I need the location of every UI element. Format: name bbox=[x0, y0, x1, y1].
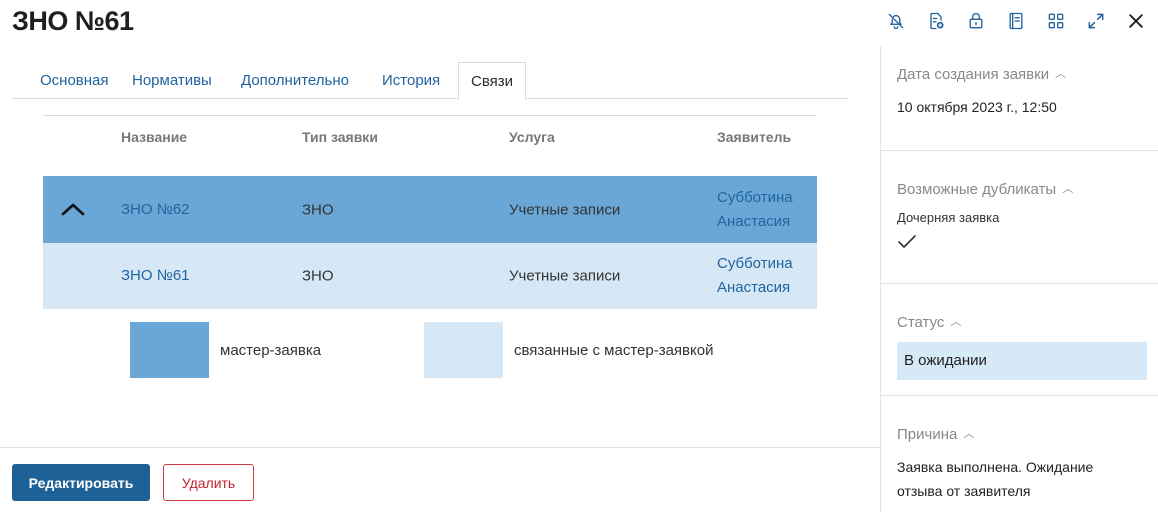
details-sidebar: Дата создания заявки ︿ 10 октября 2023 г.… bbox=[880, 46, 1158, 512]
lock-icon[interactable] bbox=[964, 9, 988, 33]
reason-value: Заявка выполнена. Ожидание отзыва от зая… bbox=[897, 459, 1094, 499]
status-value-field[interactable]: В ожидании bbox=[897, 342, 1147, 380]
column-header-type[interactable]: Тип заявки bbox=[302, 129, 378, 145]
row-type: ЗНО bbox=[302, 267, 334, 285]
chevron-up-icon[interactable] bbox=[60, 199, 86, 219]
section-title: Возможные дубликаты bbox=[897, 181, 1057, 198]
row-service: Учетные записи bbox=[509, 201, 621, 218]
section-header-created[interactable]: Дата создания заявки ︿ bbox=[897, 65, 1066, 83]
section-duplicates: Возможные дубликаты ︿ Дочерняя заявка bbox=[881, 150, 1158, 283]
grid-icon[interactable] bbox=[1044, 9, 1068, 33]
tab-history[interactable]: История bbox=[382, 62, 440, 99]
chevron-up-icon: ︿ bbox=[963, 428, 975, 440]
top-toolbar bbox=[868, 9, 1148, 33]
section-title: Дата создания заявки bbox=[897, 66, 1050, 83]
section-created: Дата создания заявки ︿ 10 октября 2023 г.… bbox=[881, 46, 1158, 150]
table-row-master[interactable]: ЗНО №62 ЗНО Учетные записи Субботина Ана… bbox=[43, 176, 817, 243]
section-header-reason[interactable]: Причина ︿ bbox=[897, 425, 974, 443]
legend-label-linked: связанные с мастер-заявкой bbox=[514, 342, 714, 359]
row-service: Учетные записи bbox=[509, 267, 621, 285]
legend-label-master: мастер-заявка bbox=[220, 342, 322, 359]
column-header-applicant[interactable]: Заявитель bbox=[717, 129, 791, 145]
links-table: Название Тип заявки Услуга Заявитель ЗНО… bbox=[43, 115, 817, 309]
applicant-first-line: Субботина bbox=[717, 188, 793, 206]
row-type: ЗНО bbox=[302, 201, 334, 218]
applicant-second-line: Анастасия bbox=[717, 212, 791, 230]
tab-additional[interactable]: Дополнительно bbox=[241, 62, 349, 99]
section-reason: Причина ︿ Заявка выполнена. Ожидание отзы… bbox=[881, 395, 1158, 512]
book-icon[interactable] bbox=[1004, 9, 1028, 33]
legend-swatch-master bbox=[130, 322, 209, 378]
chevron-up-icon: ︿ bbox=[950, 316, 962, 328]
row-applicant-link[interactable]: Субботина Анастасия bbox=[717, 252, 793, 300]
column-header-service[interactable]: Услуга bbox=[509, 129, 555, 145]
section-header-status[interactable]: Статус ︿ bbox=[897, 313, 961, 331]
delete-button[interactable]: Удалить bbox=[163, 464, 254, 501]
section-header-duplicates[interactable]: Возможные дубликаты ︿ bbox=[897, 180, 1073, 198]
tab-main[interactable]: Основная bbox=[40, 62, 109, 99]
chevron-up-icon: ︿ bbox=[1055, 68, 1067, 80]
section-status: Статус ︿ В ожидании bbox=[881, 283, 1158, 395]
bell-off-icon[interactable] bbox=[884, 9, 908, 33]
table-row-linked[interactable]: ЗНО №61 ЗНО Учетные записи Субботина Ана… bbox=[43, 243, 817, 309]
row-applicant-link[interactable]: Субботина Анастасия bbox=[717, 186, 793, 234]
page-title: ЗНО №61 bbox=[12, 6, 134, 36]
tab-bar: Основная Нормативы Дополнительно История… bbox=[12, 62, 848, 100]
applicant-first-line: Субботина bbox=[717, 255, 793, 272]
edit-button[interactable]: Редактировать bbox=[12, 464, 150, 501]
tab-links[interactable]: Связи bbox=[458, 62, 527, 100]
checkmark-icon bbox=[898, 235, 916, 248]
tab-norms[interactable]: Нормативы bbox=[132, 62, 212, 99]
created-date-value: 10 октября 2023 г., 12:50 bbox=[897, 99, 1057, 115]
row-name-link[interactable]: ЗНО №61 bbox=[121, 264, 190, 288]
document-add-icon[interactable] bbox=[924, 9, 948, 33]
chevron-up-icon: ︿ bbox=[1062, 183, 1074, 195]
expand-icon[interactable] bbox=[1084, 9, 1108, 33]
row-name-link[interactable]: ЗНО №62 bbox=[121, 198, 190, 222]
section-title: Статус bbox=[897, 314, 945, 331]
section-title: Причина bbox=[897, 426, 958, 443]
child-request-label: Дочерняя заявка bbox=[897, 210, 1000, 225]
applicant-second-line: Анастасия bbox=[717, 279, 791, 296]
close-icon[interactable] bbox=[1124, 9, 1148, 33]
column-header-name[interactable]: Название bbox=[121, 129, 187, 145]
legend-swatch-linked bbox=[424, 322, 503, 378]
table-header: Название Тип заявки Услуга Заявитель bbox=[43, 116, 817, 176]
